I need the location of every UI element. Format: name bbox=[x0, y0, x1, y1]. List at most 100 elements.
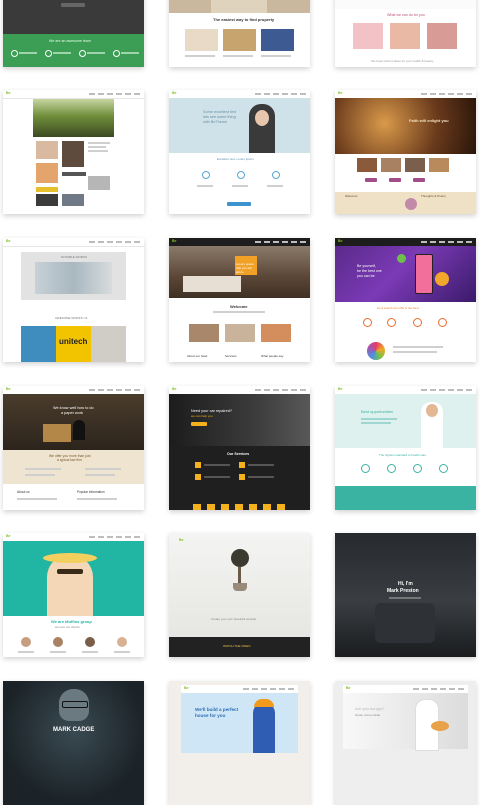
title: Welcome bbox=[230, 304, 248, 309]
property-photo bbox=[185, 29, 218, 51]
theme-thumbnail-15[interactable]: Hi, I'm Mark Preston bbox=[335, 533, 476, 657]
headline: What we can do for you bbox=[387, 13, 425, 17]
name: MARK CADGE bbox=[53, 727, 95, 733]
logo: Be bbox=[338, 387, 343, 391]
glasses bbox=[62, 701, 88, 708]
tag bbox=[365, 178, 377, 182]
mechanic-hero bbox=[169, 394, 310, 446]
syringe-icon bbox=[361, 464, 370, 473]
menu-bar bbox=[413, 688, 465, 690]
theme-thumbnail-14[interactable]: Be Create your own beautiful website WAT… bbox=[169, 533, 310, 657]
subhead: a typical law firm bbox=[57, 458, 83, 462]
headline: with BeTheme bbox=[203, 120, 228, 124]
theme-thumbnail-3[interactable]: What we can do for you We know what it t… bbox=[335, 0, 476, 67]
event-photo bbox=[405, 158, 425, 172]
beauty-photo bbox=[390, 23, 420, 49]
theme-thumbnail-16[interactable]: MARK CADGE bbox=[3, 681, 144, 805]
medical-hero bbox=[335, 394, 476, 448]
hero-button bbox=[61, 3, 85, 7]
feature-icon bbox=[45, 50, 52, 57]
tooth-icon bbox=[413, 464, 422, 473]
theme-thumbnail-13[interactable]: Be We are Muffins group we love our clie… bbox=[3, 533, 144, 657]
subhead: The highest standard of health care bbox=[379, 453, 427, 457]
theme-thumbnail-18[interactable]: Be Are you hungry? Great, come inside bbox=[335, 681, 476, 805]
theme-thumbnail-5[interactable]: Be Some excellent text lets see some thi… bbox=[169, 90, 310, 214]
plant-stem bbox=[238, 567, 241, 583]
blog-photo bbox=[36, 141, 58, 159]
headline: We are Muffins group bbox=[51, 619, 92, 624]
feature-icon bbox=[113, 50, 120, 57]
section-title: Thoughts & Poetry bbox=[421, 194, 446, 198]
theme-thumbnail-10[interactable]: Be We know well how to do a paper work W… bbox=[3, 386, 144, 510]
theme-thumbnail-2[interactable]: The easiest way to find property bbox=[169, 0, 310, 67]
blog-photo bbox=[36, 163, 58, 183]
blog-photo bbox=[36, 194, 58, 206]
subhead: Excellent text. Lorem ipsum bbox=[217, 157, 254, 161]
theme-thumbnail-7[interactable]: Be NOTABLE WORKS AWESOME WORKS '14 unite… bbox=[3, 238, 144, 362]
headline: Mark Preston bbox=[387, 588, 419, 594]
headline: Faith will enlight you bbox=[409, 118, 449, 123]
work-tile bbox=[91, 326, 126, 362]
site-nav: Be bbox=[3, 238, 144, 247]
theme-thumbnail-9[interactable]: Be Be yourself, be the best one you can … bbox=[335, 238, 476, 362]
headline: lets see some thing bbox=[203, 115, 236, 119]
logo: Be bbox=[172, 387, 177, 391]
column-title: Popular information bbox=[77, 490, 105, 494]
logo: Be bbox=[6, 387, 11, 391]
plant-pot bbox=[233, 583, 247, 591]
sun-hat bbox=[43, 553, 97, 563]
construction-hero bbox=[181, 693, 298, 753]
property-photo bbox=[223, 29, 256, 51]
teal-band bbox=[335, 486, 476, 510]
blog-photo bbox=[62, 194, 84, 206]
headline: Great, come inside bbox=[355, 713, 381, 717]
feature-icon bbox=[79, 50, 86, 57]
menu-bar bbox=[89, 389, 141, 391]
headline: Some excellent text bbox=[203, 110, 237, 114]
theme-thumbnail-8[interactable]: Be Luxury space that you will adore Welc… bbox=[169, 238, 310, 362]
desk bbox=[43, 424, 71, 442]
logo: Be bbox=[338, 91, 343, 95]
theme-thumbnail-12[interactable]: Be Best opportunities The highest standa… bbox=[335, 386, 476, 510]
team-avatar bbox=[21, 637, 31, 647]
event-photo bbox=[381, 158, 401, 172]
label: NOTABLE WORKS bbox=[61, 255, 87, 259]
section-title: Welcome bbox=[345, 194, 358, 198]
menu-bar bbox=[89, 93, 141, 95]
site-nav: Be bbox=[3, 90, 144, 99]
theme-thumbnail-4[interactable]: Be bbox=[3, 90, 144, 214]
menu-bar bbox=[255, 241, 307, 243]
theme-thumbnail-11[interactable]: Be Need your car repaired? we can help y… bbox=[169, 386, 310, 510]
title: Our Services bbox=[227, 452, 250, 456]
building-photo bbox=[35, 262, 112, 294]
chart-icon bbox=[272, 171, 280, 179]
work-tile bbox=[21, 326, 56, 362]
property-photo bbox=[261, 29, 294, 51]
room-photo bbox=[189, 324, 219, 342]
event-photo bbox=[357, 158, 377, 172]
room-photo bbox=[225, 324, 255, 342]
post-title bbox=[62, 172, 86, 176]
colorful-ball bbox=[367, 342, 385, 360]
smiling-woman bbox=[47, 555, 93, 616]
footer-text: WATCH THE VIDEO bbox=[223, 644, 251, 648]
theme-thumbnail-17[interactable]: Be We'll build a perfect house for you bbox=[169, 681, 310, 805]
brand-name: unitech bbox=[59, 337, 88, 346]
tag bbox=[413, 178, 425, 182]
site-nav: Be bbox=[335, 238, 476, 246]
logo: Be bbox=[6, 91, 11, 95]
headline: Best opportunities bbox=[361, 409, 394, 414]
cta-button bbox=[227, 202, 251, 206]
menu-bar bbox=[421, 389, 473, 391]
bed bbox=[183, 276, 241, 292]
logo: Be bbox=[338, 239, 343, 243]
headline: a paper work bbox=[61, 411, 83, 415]
team-avatar bbox=[117, 637, 127, 647]
lawyer-figure bbox=[73, 420, 85, 440]
logo: Be bbox=[172, 239, 177, 243]
theme-thumbnail-6[interactable]: Be Faith will enlight you Welcome Though… bbox=[335, 90, 476, 214]
hero-banner bbox=[169, 98, 310, 153]
food-plate bbox=[431, 721, 449, 731]
theme-thumbnail-1[interactable]: We are an awesome team bbox=[3, 0, 144, 67]
headline: you can be bbox=[357, 274, 375, 278]
